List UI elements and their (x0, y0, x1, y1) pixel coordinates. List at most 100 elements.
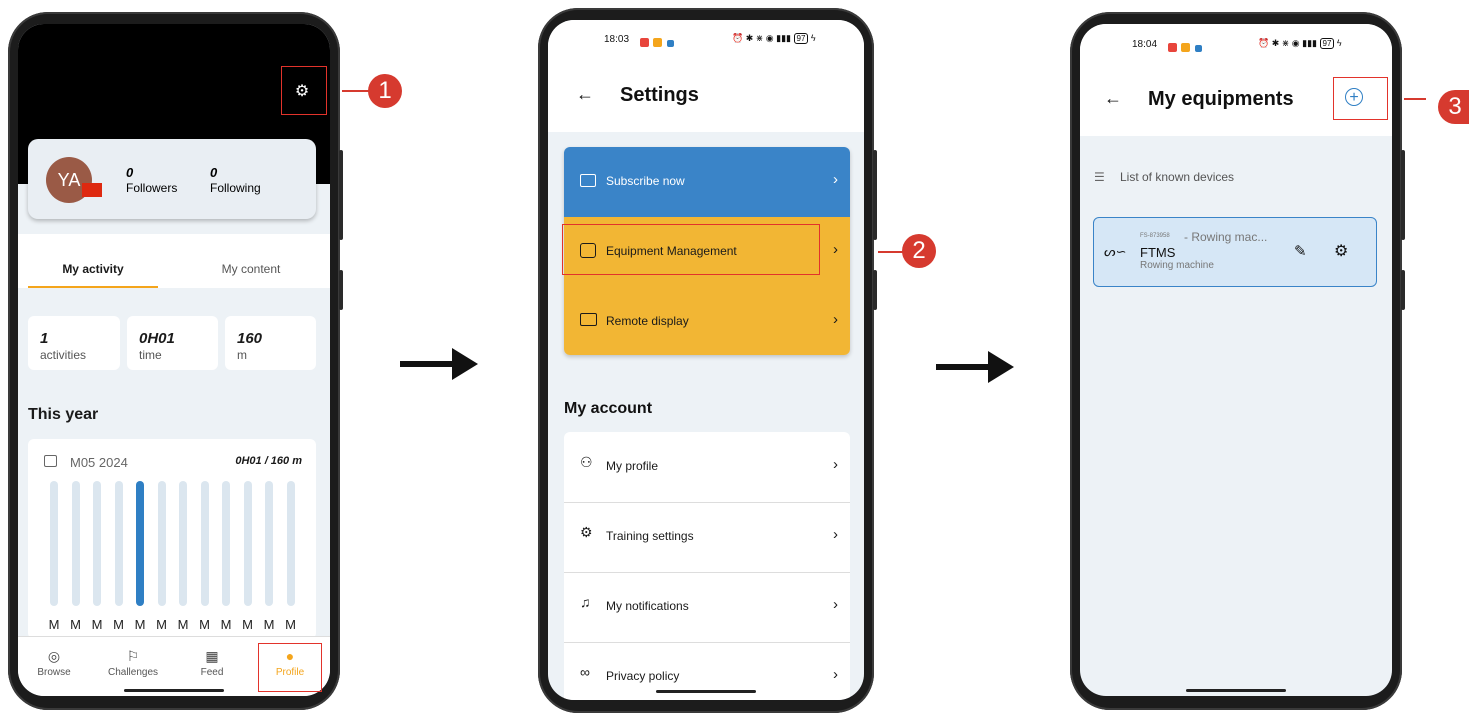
followers-count: 0 (126, 165, 134, 180)
chart-bar[interactable] (265, 481, 273, 606)
subscribe-now-item[interactable]: Subscribe now › (564, 147, 850, 217)
chart-bar[interactable] (179, 481, 187, 606)
stat-label: activities (40, 348, 87, 362)
user-icon: ⚇ (580, 454, 593, 470)
chart-bar[interactable] (50, 481, 58, 606)
flow-arrow-head (452, 348, 478, 380)
annotation-badge-1: 1 (368, 74, 402, 108)
page-title: My equipments (1148, 88, 1294, 110)
battery-level: 97 (793, 33, 809, 44)
card-icon (580, 174, 596, 187)
nav-feed[interactable]: ▦ Feed (182, 647, 242, 678)
chart-bar[interactable] (286, 481, 295, 606)
equipments-screen: 18:04 ⏰ ✱ ⋇ ◉ ▮▮▮ 97 ϟ ← My equipments +… (1080, 24, 1392, 696)
avatar-initials: YA (57, 170, 81, 190)
training-settings-item[interactable]: ⚙ Training settings › (564, 502, 850, 573)
tab-my-content[interactable]: My content (186, 262, 316, 276)
nav-label: Challenges (107, 667, 159, 678)
item-label: Remote display (606, 314, 689, 328)
item-label: My notifications (606, 599, 689, 613)
chart-bar[interactable] (222, 481, 230, 606)
stat-value: 1 (40, 330, 49, 347)
highlight-equipment-management (562, 224, 820, 275)
chart-bar[interactable] (71, 481, 80, 606)
chart-month-label: M (113, 617, 124, 632)
chart-bar[interactable] (243, 481, 252, 606)
page-title: Settings (620, 84, 699, 106)
battery-level: 97 (1319, 38, 1335, 49)
bar-chart: MMMMMMMMMMMM (28, 439, 316, 639)
back-arrow-icon[interactable]: ← (576, 84, 594, 105)
bell-icon: ♫ (580, 594, 591, 610)
chart-month-label: M (156, 617, 167, 632)
chevron-right-icon: › (833, 666, 838, 683)
chart-bar[interactable] (93, 481, 101, 606)
home-indicator (1186, 689, 1286, 692)
status-time: 18:04 (1132, 39, 1158, 50)
followers-label[interactable]: Followers (126, 181, 177, 195)
stat-value: 0H01 (139, 330, 175, 347)
flag-icon: ⚐ (126, 648, 140, 664)
chart-month-label: M (70, 617, 81, 632)
compass-icon: ◎ (47, 648, 61, 664)
tab-active-indicator (28, 286, 158, 288)
following-label[interactable]: Following (210, 181, 261, 195)
chevron-right-icon: › (833, 456, 838, 473)
stat-distance: 160 m (225, 316, 316, 370)
highlight-add-equipment (1333, 77, 1388, 120)
nav-label: Browse (37, 667, 71, 678)
chart-card: M05 2024 0H01 / 160 m MMMMMMMMMMMM (28, 439, 316, 639)
chart-month-label: M (263, 617, 275, 632)
this-year-title: This year (28, 406, 99, 423)
side-button (1401, 270, 1405, 310)
following-count: 0 (210, 165, 218, 180)
device-id: FS-873958 (1140, 233, 1170, 239)
chart-bar[interactable] (114, 481, 123, 606)
status-system-icons: ⏰ ✱ ⋇ ◉ ▮▮▮ 97 ϟ (732, 33, 816, 44)
annotation-badge-2: 2 (902, 234, 936, 268)
status-system-icons: ⏰ ✱ ⋇ ◉ ▮▮▮ 97 ϟ (1258, 38, 1342, 49)
edit-pencil-icon[interactable]: ✎ (1294, 242, 1307, 260)
annotation-leader (878, 251, 904, 253)
flow-arrow (400, 361, 454, 367)
chevron-right-icon: › (833, 241, 838, 258)
home-indicator (124, 689, 224, 692)
chevron-right-icon: › (833, 526, 838, 543)
chart-month-label: M (199, 617, 210, 632)
status-time: 18:03 (604, 34, 630, 45)
my-profile-item[interactable]: ⚇ My profile › (564, 432, 850, 503)
tab-bar (18, 234, 330, 288)
chart-month-label: M (285, 617, 296, 632)
stat-activities: 1 activities (28, 316, 120, 370)
chart-bar[interactable] (200, 481, 209, 606)
status-app-icons (640, 34, 680, 47)
chevron-right-icon: › (833, 596, 838, 613)
my-notifications-item[interactable]: ♫ My notifications › (564, 572, 850, 643)
nav-browse[interactable]: ◎ Browse (24, 647, 84, 678)
remote-display-item[interactable]: Remote display › (564, 287, 850, 355)
stat-label: time (139, 348, 162, 362)
stat-label: m (237, 348, 247, 362)
device-settings-gear-icon[interactable]: ⚙ (1334, 241, 1348, 261)
annotation-badge-3: 3 (1438, 90, 1469, 124)
filter-lines-icon: ☰ (1094, 170, 1105, 184)
chart-month-label: M (134, 617, 146, 632)
back-arrow-icon[interactable]: ← (1104, 88, 1122, 109)
annotation-leader (1404, 98, 1426, 100)
chart-month-label: M (242, 617, 253, 632)
gear-icon: ⚙ (580, 524, 593, 540)
flag-china-icon (82, 183, 102, 197)
device-type: Rowing machine (1140, 260, 1214, 271)
tab-my-activity[interactable]: My activity (28, 262, 158, 276)
item-label: Subscribe now (606, 174, 685, 188)
chevron-right-icon: › (833, 171, 838, 188)
chart-bar[interactable] (157, 481, 166, 606)
glasses-icon: ∞ (580, 664, 590, 680)
device-card[interactable]: ᔕ∽ FS-873958 - Rowing mac... FTMS Rowing… (1093, 217, 1377, 287)
home-indicator (656, 690, 756, 693)
rowing-machine-icon: ᔕ∽ (1104, 244, 1127, 259)
chart-bar[interactable] (136, 481, 144, 606)
flow-arrow-head (988, 351, 1014, 383)
highlight-profile-tab (258, 643, 322, 692)
nav-challenges[interactable]: ⚐ Challenges (103, 647, 163, 678)
